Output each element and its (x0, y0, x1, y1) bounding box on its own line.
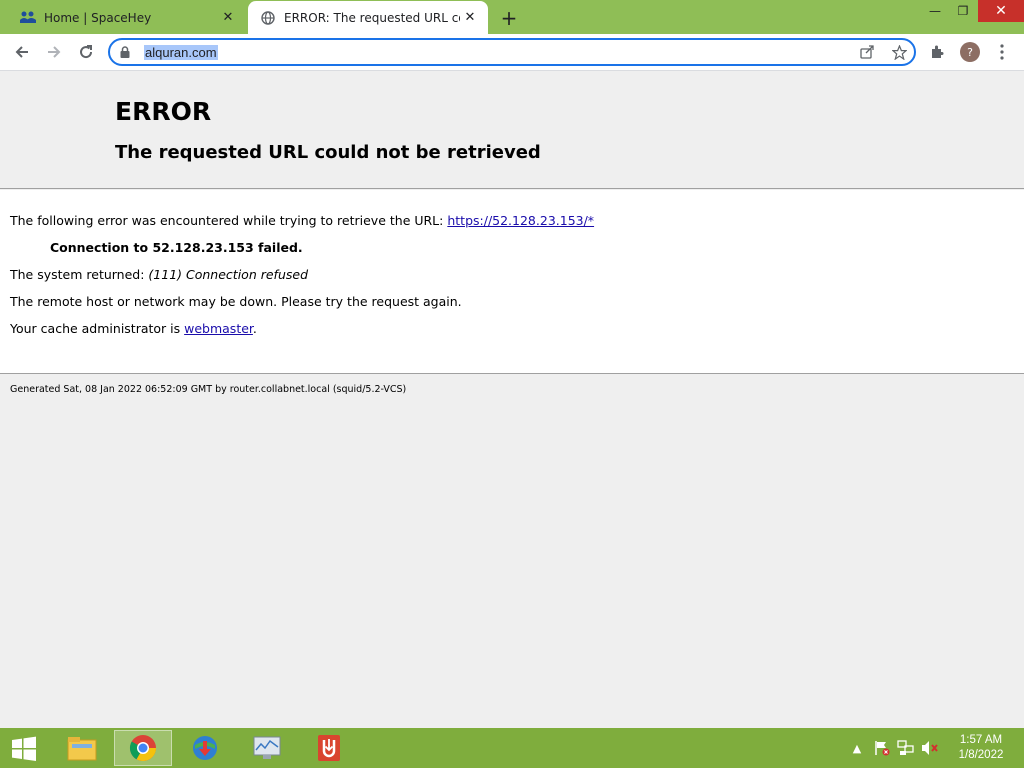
cache-admin: Your cache administrator is webmaster. (10, 321, 257, 336)
taskbar: ▲ 1:57 AM 1/8/2022 (0, 728, 1024, 768)
page-content: ERROR The requested URL could not be ret… (0, 71, 1024, 728)
cache-admin-suffix: . (252, 321, 257, 336)
generated-footer: Generated Sat, 08 Jan 2022 06:52:09 GMT … (10, 384, 407, 395)
volume-muted-icon[interactable] (920, 738, 940, 758)
globe-icon (260, 10, 276, 26)
show-hidden-icons-chevron-icon[interactable]: ▲ (847, 738, 867, 758)
error-header: ERROR The requested URL could not be ret… (0, 71, 1024, 189)
tab-title: Home | SpaceHey (44, 10, 152, 25)
reload-icon[interactable] (72, 38, 100, 66)
close-tab-icon[interactable]: ✕ (218, 8, 238, 28)
extensions-puzzle-icon[interactable] (925, 40, 949, 64)
new-tab-plus-icon[interactable]: + (497, 6, 521, 30)
internet-download-manager-icon[interactable] (176, 730, 234, 766)
retry-message: The remote host or network may be down. … (10, 294, 462, 309)
tab-title: ERROR: The requested URL could not be re… (284, 10, 460, 25)
bookmark-star-icon[interactable] (887, 40, 911, 64)
system-error-code: (111) Connection refused (148, 267, 308, 282)
close-window-icon[interactable]: ✕ (978, 0, 1024, 22)
browser-toolbar: alquran.com ? (0, 34, 1024, 71)
clock-time: 1:57 AM (959, 734, 1003, 746)
back-arrow-icon[interactable] (8, 38, 36, 66)
close-tab-icon[interactable]: ✕ (460, 8, 480, 28)
menu-dots-icon[interactable] (990, 40, 1014, 64)
file-explorer-icon[interactable] (53, 730, 111, 766)
connection-failed-message: Connection to 52.128.23.153 failed. (50, 240, 303, 255)
action-center-flag-icon[interactable] (872, 738, 892, 758)
spacehey-people-icon (20, 10, 36, 26)
forward-arrow-icon[interactable] (40, 38, 68, 66)
share-icon[interactable] (855, 40, 879, 64)
clock-date: 1/8/2022 (958, 749, 1004, 761)
system-returned: The system returned: (111) Connection re… (10, 267, 308, 282)
webmaster-link[interactable]: webmaster (184, 321, 253, 336)
url-text[interactable]: alquran.com (144, 44, 218, 60)
tab-spacehey[interactable]: Home | SpaceHey ✕ (8, 1, 246, 34)
uget-icon[interactable] (300, 730, 358, 766)
error-body: The following error was encountered whil… (0, 190, 1024, 374)
minimize-icon[interactable]: — (920, 0, 950, 22)
cache-admin-label: Your cache administrator is (10, 321, 185, 336)
profile-avatar[interactable]: ? (958, 40, 982, 64)
system-clock[interactable]: 1:57 AM 1/8/2022 (950, 733, 1012, 763)
system-returned-label: The system returned: (10, 267, 149, 282)
system-monitor-icon[interactable] (238, 730, 296, 766)
tab-strip: Home | SpaceHey ✕ ERROR: The requested U… (0, 0, 1024, 34)
page-subtitle: The requested URL could not be retrieved (115, 142, 541, 163)
restore-icon[interactable]: ❐ (948, 0, 978, 22)
lock-icon[interactable] (120, 46, 134, 58)
page-title: ERROR (115, 97, 212, 126)
avatar: ? (960, 42, 980, 62)
windows-start-icon[interactable] (8, 734, 40, 764)
failed-url-link[interactable]: https://52.128.23.153/* (447, 213, 594, 228)
tab-error[interactable]: ERROR: The requested URL could not be re… (248, 1, 488, 34)
address-bar[interactable]: alquran.com (108, 38, 916, 66)
chrome-icon[interactable] (114, 730, 172, 766)
network-icon[interactable] (896, 738, 916, 758)
error-description: The following error was encountered whil… (10, 213, 594, 228)
error-description-text: The following error was encountered whil… (10, 213, 448, 228)
